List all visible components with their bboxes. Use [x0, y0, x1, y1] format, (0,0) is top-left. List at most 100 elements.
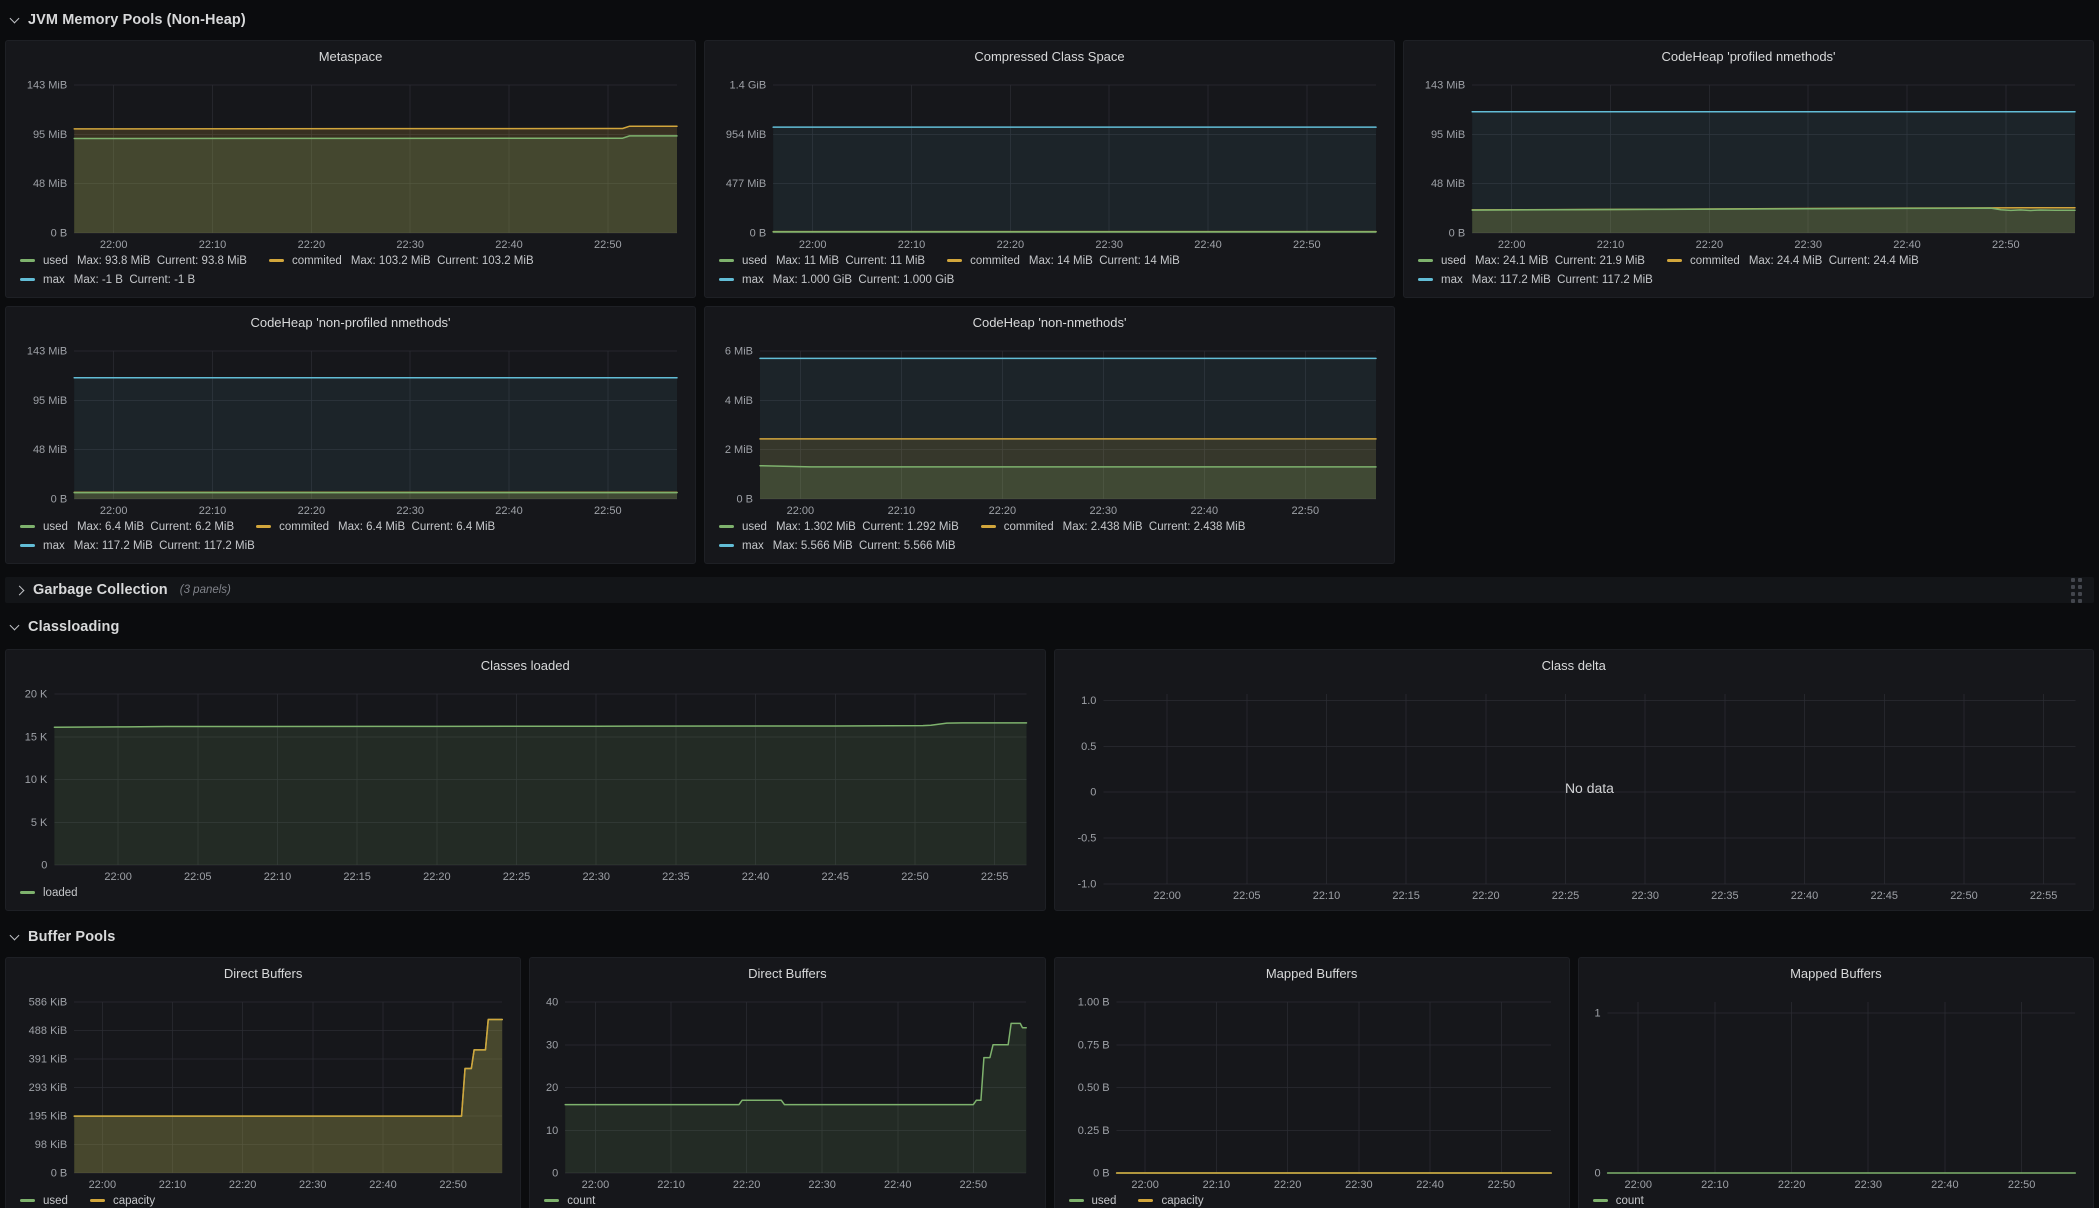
legend-item-max[interactable]: maxMax: 5.566 MiB Current: 5.566 MiB — [719, 540, 956, 552]
panel-title[interactable]: Mapped Buffers — [1591, 964, 2081, 986]
chart-area[interactable]: 1022:0022:1022:2022:3022:4022:50 — [1591, 998, 2081, 1191]
series-name: used — [43, 255, 68, 267]
section-header-garbage-collection[interactable]: Garbage Collection (3 panels) — [5, 577, 2094, 603]
section-header-classloading[interactable]: Classloading — [8, 615, 2091, 639]
svg-text:22:35: 22:35 — [662, 871, 689, 883]
legend-item-count[interactable]: count — [544, 1195, 595, 1207]
panel-class-delta: Class delta 1.00.50-0.5-1.022:0022:0522:1… — [1054, 649, 2095, 911]
svg-text:22:20: 22:20 — [1472, 890, 1499, 902]
panel-metaspace: Metaspace 143 MiB95 MiB48 MiB0 B22:0022:1… — [5, 40, 696, 298]
series-color-swatch — [269, 259, 284, 262]
panel-legend: used capacity — [18, 1191, 508, 1208]
chart-area[interactable]: 143 MiB95 MiB48 MiB0 B22:0022:1022:2022:… — [18, 347, 683, 517]
legend-item-used[interactable]: usedMax: 6.4 MiB Current: 6.2 MiB — [20, 521, 234, 533]
empty-grid-cell — [1403, 306, 2094, 564]
panel-compressed-class-space: Compressed Class Space1.4 GiB954 MiB477 … — [704, 40, 1395, 298]
legend-item-used[interactable]: usedMax: 1.302 MiB Current: 1.292 MiB — [719, 521, 959, 533]
drag-handle-icon[interactable] — [2071, 578, 2082, 603]
svg-text:22:30: 22:30 — [1631, 890, 1658, 902]
svg-text:22:40: 22:40 — [369, 1179, 397, 1191]
chart-area[interactable]: 143 MiB95 MiB48 MiB0 B22:0022:1022:2022:… — [18, 81, 683, 251]
panel-direct-buffers-count: Direct Buffers 40302010022:0022:1022:2022… — [529, 957, 1045, 1208]
dashboard: JVM Memory Pools (Non-Heap) Metaspace 143… — [0, 8, 2099, 1208]
panel-title[interactable]: Compressed Class Space — [717, 47, 1382, 69]
panel-title[interactable]: CodeHeap 'profiled nmethods' — [1416, 47, 2081, 69]
legend-item-capacity[interactable]: capacity — [1138, 1195, 1203, 1207]
series-name: used — [1092, 1195, 1117, 1207]
panel-title[interactable]: Direct Buffers — [18, 964, 508, 986]
panel-title[interactable]: CodeHeap 'non-nmethods' — [717, 313, 1382, 335]
panel-title[interactable]: Class delta — [1067, 656, 2082, 678]
svg-text:22:10: 22:10 — [898, 239, 926, 251]
legend-item-loaded[interactable]: loaded — [20, 887, 78, 899]
legend-item-capacity[interactable]: capacity — [90, 1195, 155, 1207]
svg-text:0.5: 0.5 — [1081, 741, 1096, 753]
chart-area[interactable]: 6 MiB4 MiB2 MiB0 B22:0022:1022:2022:3022… — [717, 347, 1382, 517]
svg-text:22:30: 22:30 — [396, 239, 424, 251]
series-stats: Max: 24.4 MiB Current: 24.4 MiB — [1749, 255, 1919, 267]
legend-item-commited[interactable]: commitedMax: 6.4 MiB Current: 6.4 MiB — [256, 521, 495, 533]
legend-item-max[interactable]: maxMax: 1.000 GiB Current: 1.000 GiB — [719, 274, 954, 286]
series-color-swatch — [544, 1199, 559, 1202]
svg-text:22:40: 22:40 — [884, 1179, 912, 1191]
legend-item-used[interactable]: used — [20, 1195, 68, 1207]
series-color-swatch — [20, 544, 35, 547]
svg-text:22:30: 22:30 — [1794, 239, 1822, 251]
chevron-down-icon — [10, 621, 20, 631]
legend-item-commited[interactable]: commitedMax: 24.4 MiB Current: 24.4 MiB — [1667, 255, 1919, 267]
svg-text:22:25: 22:25 — [1551, 890, 1578, 902]
section-header-jvm-memory-pools[interactable]: JVM Memory Pools (Non-Heap) — [8, 8, 2091, 32]
svg-text:22:00: 22:00 — [799, 239, 827, 251]
chart-area[interactable]: 1.4 GiB954 MiB477 MiB0 B22:0022:1022:202… — [717, 81, 1382, 251]
section-header-buffer-pools[interactable]: Buffer Pools — [8, 925, 2091, 949]
series-name: count — [567, 1195, 595, 1207]
legend-item-max[interactable]: maxMax: 117.2 MiB Current: 117.2 MiB — [1418, 274, 1653, 286]
svg-text:22:00: 22:00 — [1131, 1179, 1159, 1191]
panel-title[interactable]: Direct Buffers — [542, 964, 1032, 986]
panel-codeheap-non-profiled-nmethods: CodeHeap 'non-profiled nmethods' 143 MiB9… — [5, 306, 696, 564]
svg-text:22:35: 22:35 — [1711, 890, 1738, 902]
svg-text:22:20: 22:20 — [298, 239, 326, 251]
svg-text:22:10: 22:10 — [1701, 1179, 1729, 1191]
svg-text:22:50: 22:50 — [1293, 239, 1321, 251]
chart-area[interactable]: 40302010022:0022:1022:2022:3022:4022:50 — [542, 998, 1032, 1191]
legend-item-max[interactable]: maxMax: -1 B Current: -1 B — [20, 274, 195, 286]
svg-text:22:20: 22:20 — [997, 239, 1025, 251]
legend-item-commited[interactable]: commitedMax: 14 MiB Current: 14 MiB — [947, 255, 1180, 267]
legend-item-used[interactable]: used — [1069, 1195, 1117, 1207]
legend-item-used[interactable]: usedMax: 11 MiB Current: 11 MiB — [719, 255, 925, 267]
chart-area[interactable]: 1.00.50-0.5-1.022:0022:0522:1022:1522:20… — [1067, 690, 2082, 902]
legend-item-max[interactable]: maxMax: 117.2 MiB Current: 117.2 MiB — [20, 540, 255, 552]
chart-area[interactable]: 586 KiB488 KiB391 KiB293 KiB195 KiB98 Ki… — [18, 998, 508, 1191]
series-stats: Max: 1.000 GiB Current: 1.000 GiB — [773, 274, 955, 286]
legend-item-count[interactable]: count — [1593, 1195, 1644, 1207]
panel-title[interactable]: CodeHeap 'non-profiled nmethods' — [18, 313, 683, 335]
series-name: count — [1616, 1195, 1644, 1207]
series-color-swatch — [20, 525, 35, 528]
legend-item-used[interactable]: usedMax: 93.8 MiB Current: 93.8 MiB — [20, 255, 247, 267]
svg-text:6 MiB: 6 MiB — [725, 347, 753, 358]
legend-item-commited[interactable]: commitedMax: 103.2 MiB Current: 103.2 Mi… — [269, 255, 534, 267]
panel-legend: used capacity — [1067, 1191, 1557, 1208]
svg-text:22:20: 22:20 — [1273, 1179, 1301, 1191]
series-stats: Max: 117.2 MiB Current: 117.2 MiB — [1472, 274, 1653, 286]
panel-title[interactable]: Mapped Buffers — [1067, 964, 1557, 986]
panel-row-3: Classes loaded 20 K15 K10 K5 K022:0022:05… — [5, 649, 2094, 911]
legend-item-used[interactable]: usedMax: 24.1 MiB Current: 21.9 MiB — [1418, 255, 1645, 267]
chart-area[interactable]: 143 MiB95 MiB48 MiB0 B22:0022:1022:2022:… — [1416, 81, 2081, 251]
panel-title[interactable]: Metaspace — [18, 47, 683, 69]
svg-text:22:10: 22:10 — [199, 505, 227, 517]
legend-item-commited[interactable]: commitedMax: 2.438 MiB Current: 2.438 Mi… — [981, 521, 1246, 533]
svg-text:0 B: 0 B — [51, 494, 68, 506]
panel-legend: count — [1591, 1191, 2081, 1208]
svg-text:1.00 B: 1.00 B — [1077, 998, 1109, 1008]
chart-area[interactable]: 1.00 B0.75 B0.50 B0.25 B0 B22:0022:1022:… — [1067, 998, 1557, 1191]
chart-area[interactable]: 20 K15 K10 K5 K022:0022:0522:1022:1522:2… — [18, 690, 1033, 883]
panel-title[interactable]: Classes loaded — [18, 656, 1033, 678]
panel-classes-loaded: Classes loaded 20 K15 K10 K5 K022:0022:05… — [5, 649, 1046, 911]
svg-text:293 KiB: 293 KiB — [29, 1082, 68, 1094]
series-name: used — [742, 255, 767, 267]
svg-text:48 MiB: 48 MiB — [1431, 178, 1465, 190]
svg-text:0 B: 0 B — [51, 228, 68, 240]
section-panel-count: (3 panels) — [180, 584, 231, 596]
